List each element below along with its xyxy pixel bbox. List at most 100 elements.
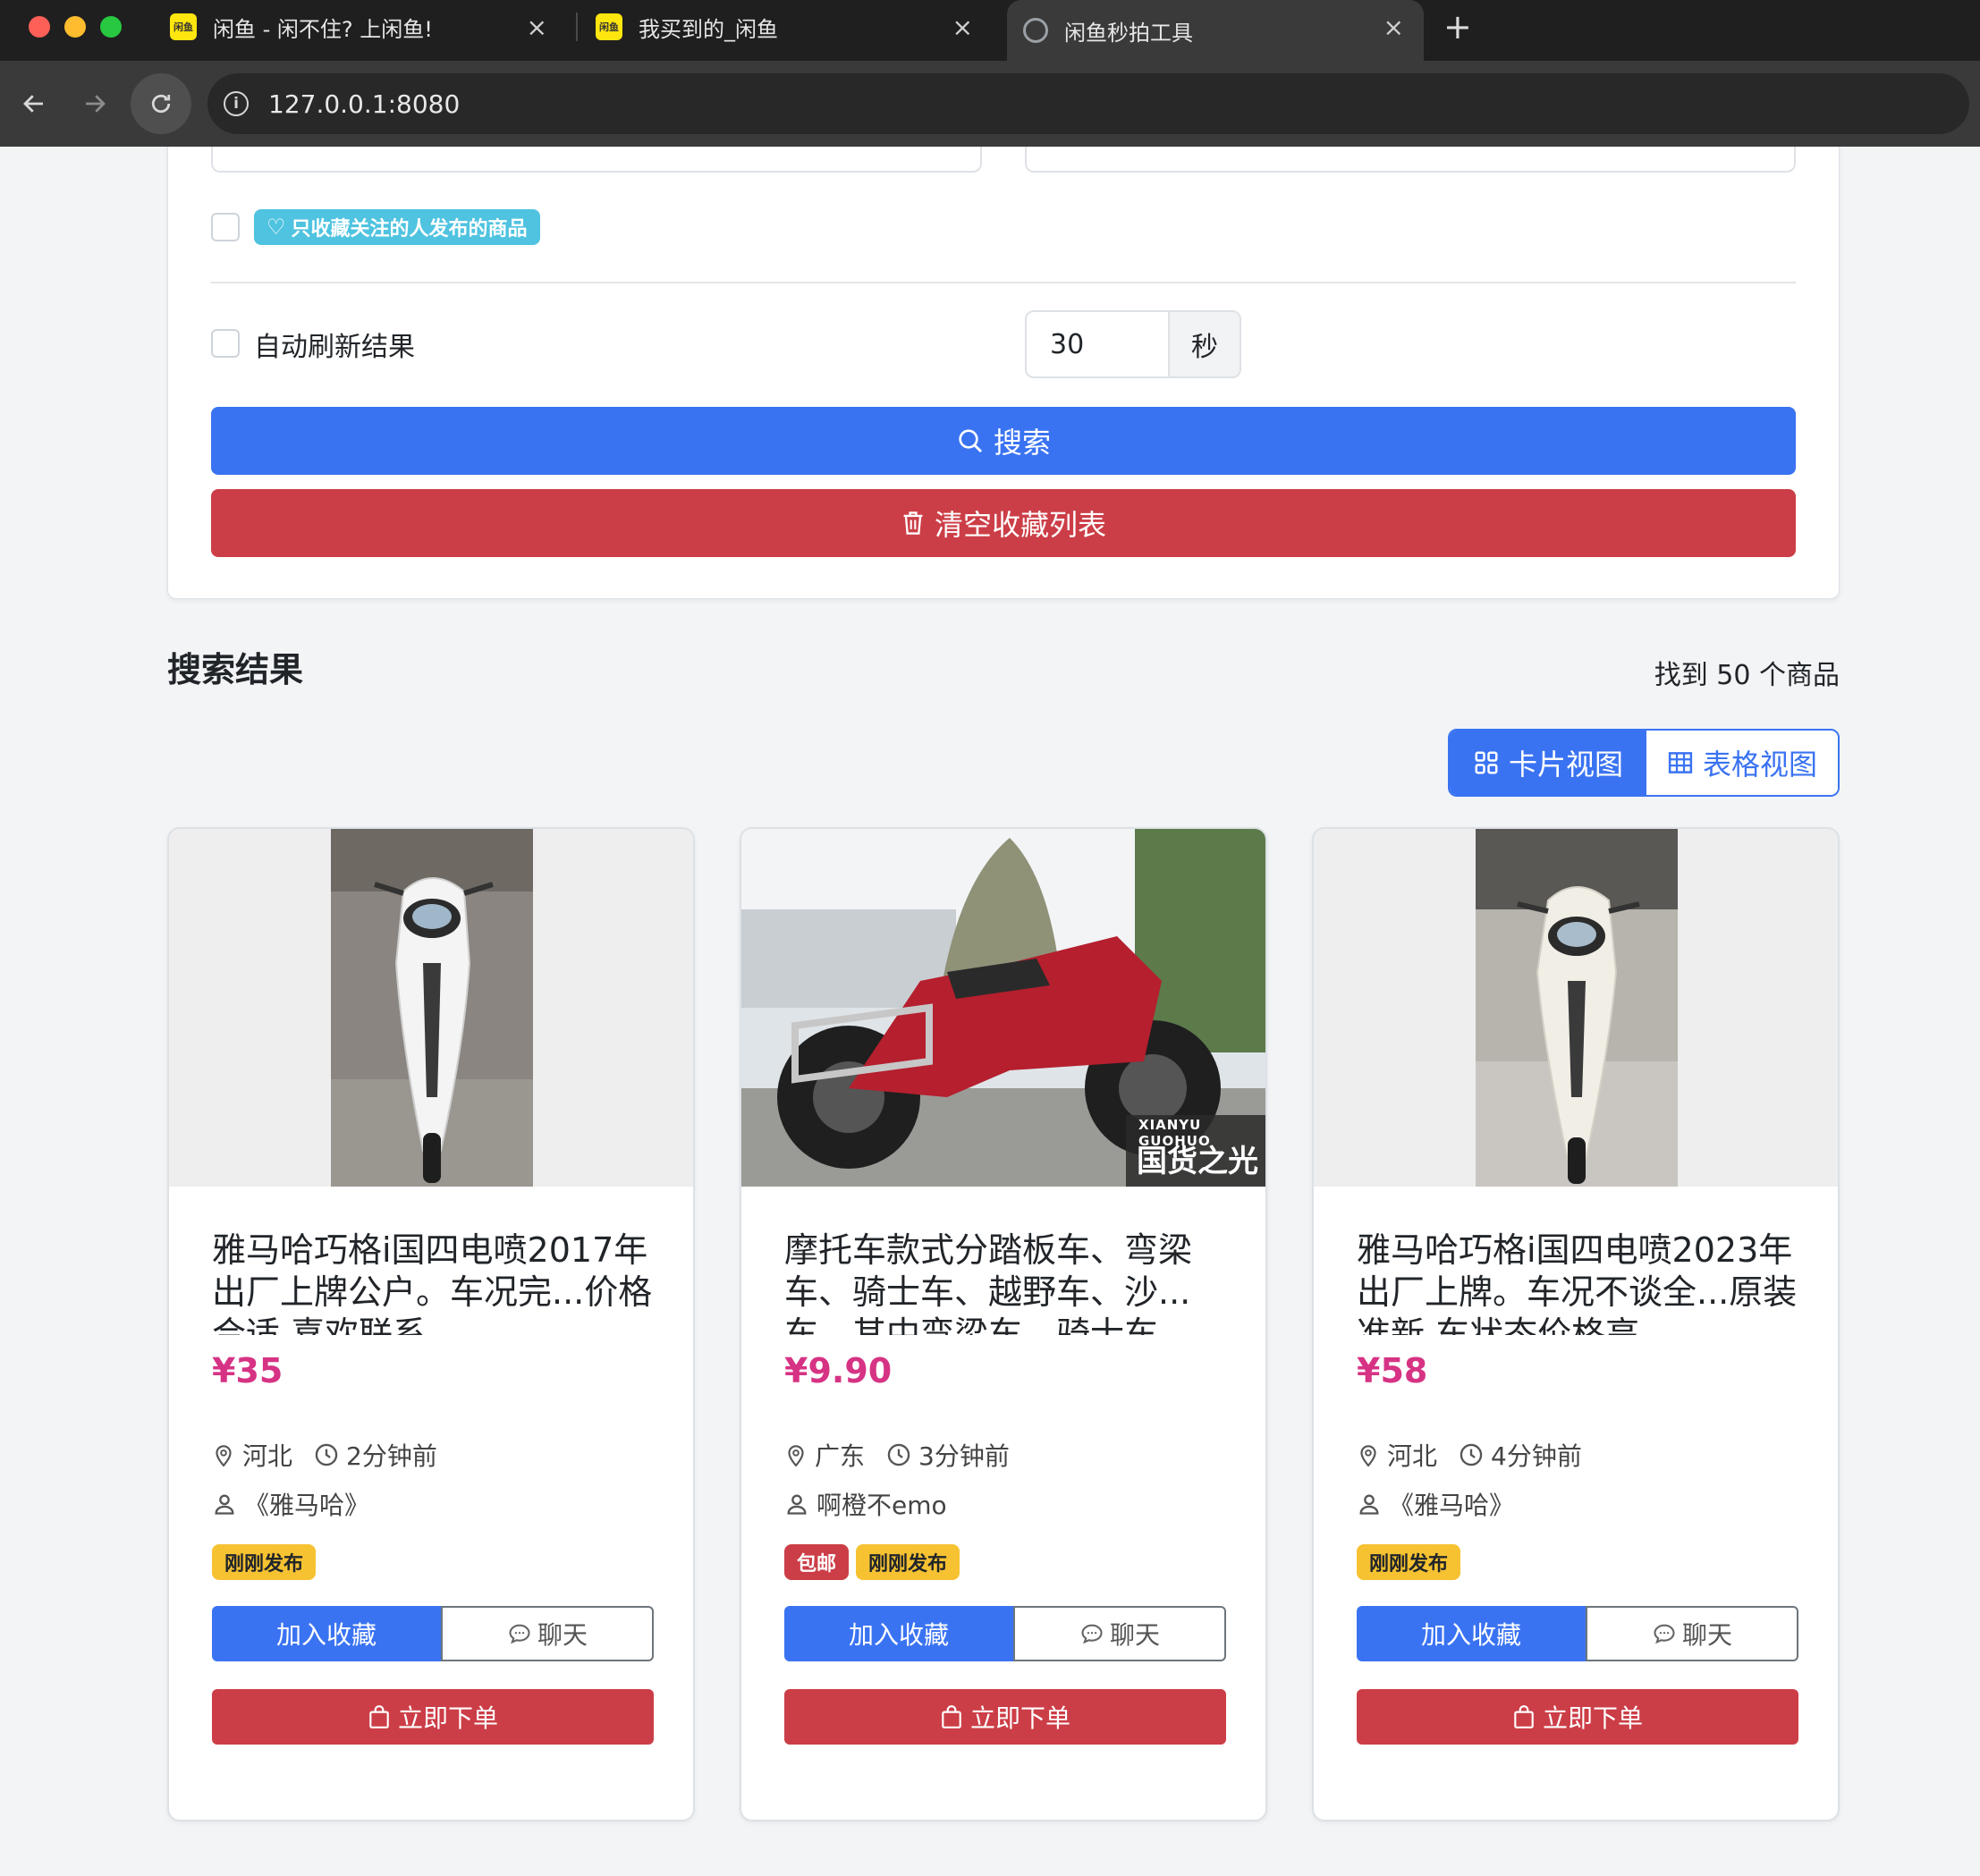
tab-close-icon[interactable]: ×	[952, 13, 973, 42]
chat-bubble-icon	[1079, 1621, 1104, 1646]
location-pin-icon	[784, 1442, 808, 1467]
order-now-button[interactable]: 立即下单	[212, 1689, 654, 1745]
chat-button[interactable]: 聊天	[1586, 1606, 1798, 1661]
card-view-button[interactable]: 卡片视图	[1450, 731, 1646, 795]
add-favorite-button[interactable]: 加入收藏	[1357, 1606, 1586, 1661]
browser-tab-active-tool[interactable]: 闲鱼秒拍工具 ×	[1007, 0, 1424, 61]
product-price: ¥9.90	[784, 1351, 893, 1390]
url-text: 127.0.0.1:8080	[268, 89, 461, 119]
product-meta-seller: 《雅马哈》	[1357, 1486, 1514, 1522]
product-image[interactable]	[1314, 829, 1838, 1187]
tab-title: 闲鱼秒拍工具	[1064, 20, 1193, 46]
product-title[interactable]: 雅马哈巧格i国四电喷2023年出厂上牌。车况不谈全...原装准新 车状态价格高	[1357, 1230, 1798, 1335]
cream-scooter-photo	[1314, 829, 1838, 1187]
product-seller: 《雅马哈》	[244, 1491, 370, 1520]
browser-tab-bar: 闲鱼 闲鱼 - 闲不住? 上闲鱼! × 闲鱼 我买到的_闲鱼 × 闲鱼秒拍工具 …	[0, 0, 1980, 61]
product-tags: 包邮 刚刚发布	[784, 1544, 967, 1580]
product-location: 河北	[242, 1441, 293, 1471]
back-arrow-icon[interactable]	[13, 82, 55, 125]
clear-favorites-button[interactable]: 清空收藏列表	[211, 489, 1796, 557]
browser-toolbar: i 127.0.0.1:8080	[0, 61, 1980, 147]
chat-button-label: 聊天	[1681, 1620, 1732, 1650]
window-close-button[interactable]	[29, 16, 50, 38]
table-view-button[interactable]: 表格视图	[1646, 731, 1838, 795]
tag-just-posted: 刚刚发布	[1357, 1544, 1461, 1580]
chat-button[interactable]: 聊天	[441, 1606, 654, 1661]
product-time: 2分钟前	[346, 1441, 437, 1471]
add-favorite-button[interactable]: 加入收藏	[212, 1606, 441, 1661]
chat-button[interactable]: 聊天	[1013, 1606, 1226, 1661]
min-price-input[interactable]	[211, 147, 982, 173]
card-view-label: 卡片视图	[1508, 748, 1623, 782]
location-pin-icon	[212, 1442, 235, 1467]
search-button-label: 搜索	[993, 426, 1051, 460]
view-toggle-group: 卡片视图 表格视图	[1448, 729, 1840, 797]
search-settings-panel: ♡ 只收藏关注的人发布的商品 自动刷新结果 30 秒 搜索 清空收藏列表	[167, 147, 1840, 599]
product-action-row: 加入收藏 聊天	[212, 1606, 654, 1661]
product-title[interactable]: 雅马哈巧格i国四电喷2017年出厂上牌公户。车况完...价格合适 喜欢联系	[212, 1230, 654, 1335]
search-button[interactable]: 搜索	[211, 407, 1796, 475]
order-now-label: 立即下单	[397, 1703, 498, 1733]
clear-favorites-label: 清空收藏列表	[934, 508, 1106, 542]
tab-close-icon[interactable]: ×	[527, 13, 547, 42]
reload-icon[interactable]	[131, 73, 191, 134]
shopping-bag-icon	[940, 1704, 963, 1729]
page-viewport: ♡ 只收藏关注的人发布的商品 自动刷新结果 30 秒 搜索 清空收藏列表 搜索结…	[0, 147, 1980, 1876]
browser-tab-xianyu-home[interactable]: 闲鱼 闲鱼 - 闲不住? 上闲鱼! ×	[170, 0, 563, 54]
product-tags: 刚刚发布	[212, 1544, 323, 1580]
follow-only-badge: ♡ 只收藏关注的人发布的商品	[254, 209, 540, 245]
order-now-button[interactable]: 立即下单	[784, 1689, 1226, 1745]
xianyu-favicon-icon: 闲鱼	[170, 13, 197, 40]
product-time: 4分钟前	[1491, 1441, 1582, 1471]
product-card: 雅马哈巧格i国四电喷2017年出厂上牌公户。车况完...价格合适 喜欢联系 ¥3…	[167, 827, 695, 1821]
forward-arrow-icon[interactable]	[73, 82, 116, 125]
max-price-input[interactable]	[1025, 147, 1796, 173]
new-tab-plus-icon[interactable]: +	[1443, 7, 1472, 46]
product-image[interactable]	[169, 829, 693, 1187]
chat-bubble-icon	[1652, 1621, 1677, 1646]
tag-just-posted: 刚刚发布	[856, 1544, 960, 1580]
product-tags: 刚刚发布	[1357, 1544, 1468, 1580]
refresh-interval-group: 30 秒	[1025, 310, 1241, 378]
chat-bubble-icon	[507, 1621, 532, 1646]
site-info-icon[interactable]: i	[224, 91, 249, 116]
browser-tab-purchases[interactable]: 闲鱼 我买到的_闲鱼 ×	[596, 0, 989, 54]
clock-icon	[886, 1442, 911, 1467]
clock-icon	[1459, 1442, 1484, 1467]
tab-title: 我买到的_闲鱼	[639, 16, 778, 42]
window-zoom-button[interactable]	[100, 16, 122, 38]
product-meta-location-time: 河北 4分钟前	[1357, 1437, 1582, 1473]
search-icon	[956, 427, 985, 455]
product-action-row: 加入收藏 聊天	[784, 1606, 1226, 1661]
shopping-bag-icon	[368, 1704, 391, 1729]
product-title[interactable]: 摩托车款式分踏板车、弯梁车、骑士车、越野车、沙...车、其中弯梁车、骑士车	[784, 1230, 1226, 1335]
table-icon	[1667, 749, 1694, 776]
auto-refresh-checkbox[interactable]	[211, 329, 240, 358]
tab-close-icon[interactable]: ×	[1383, 13, 1404, 42]
heart-icon: ♡	[267, 215, 286, 240]
order-now-button[interactable]: 立即下单	[1357, 1689, 1798, 1745]
product-location: 河北	[1387, 1441, 1438, 1471]
tab-separator	[576, 13, 578, 41]
follow-only-label: 只收藏关注的人发布的商品	[291, 218, 528, 241]
shopping-bag-icon	[1512, 1704, 1536, 1729]
product-price: ¥58	[1357, 1351, 1428, 1390]
results-count: 找到 50 个商品	[1654, 660, 1840, 691]
address-bar[interactable]: i 127.0.0.1:8080	[207, 73, 1969, 134]
user-icon	[212, 1492, 237, 1517]
xianyu-favicon-icon: 闲鱼	[596, 13, 622, 40]
follow-only-checkbox[interactable]	[211, 213, 240, 241]
product-meta-location-time: 广东 3分钟前	[784, 1437, 1010, 1473]
order-now-label: 立即下单	[969, 1703, 1070, 1733]
product-image[interactable]: XIANYU GUOHUO 国货之光	[741, 829, 1265, 1187]
product-card: 雅马哈巧格i国四电喷2023年出厂上牌。车况不谈全...原装准新 车状态价格高 …	[1312, 827, 1840, 1821]
table-view-label: 表格视图	[1702, 748, 1817, 782]
tab-title: 闲鱼 - 闲不住? 上闲鱼!	[213, 16, 433, 42]
product-price: ¥35	[212, 1351, 283, 1390]
window-minimize-button[interactable]	[64, 16, 86, 38]
product-action-row: 加入收藏 聊天	[1357, 1606, 1798, 1661]
refresh-interval-input[interactable]: 30	[1027, 312, 1168, 376]
chat-button-label: 聊天	[1109, 1620, 1160, 1650]
panel-divider	[211, 282, 1796, 283]
add-favorite-button[interactable]: 加入收藏	[784, 1606, 1013, 1661]
